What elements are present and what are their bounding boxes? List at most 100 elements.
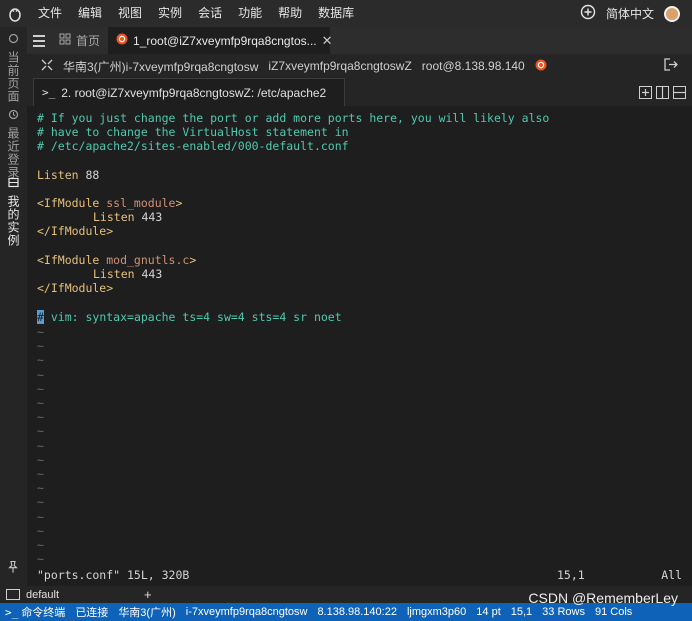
sidebar-tab-label: 我的实例 <box>6 195 20 247</box>
terminal-tab[interactable]: >_ 2. root@iZ7xveymfp9rqa8cngtoswZ: /etc… <box>33 78 345 106</box>
split-vertical-icon[interactable] <box>656 85 669 99</box>
exit-icon[interactable] <box>664 58 692 74</box>
ubuntu-icon <box>116 33 128 48</box>
terminal-line: <IfModule ssl_module> <box>37 196 182 210</box>
menu-bar: 文件 编辑 视图 实例 会话 功能 帮助 数据库 简体中文 <box>0 0 692 27</box>
watermark: CSDN @RememberLey <box>528 590 678 606</box>
ifmodule-tag: <IfModule <box>37 253 100 267</box>
tab-home[interactable]: 首页 <box>51 27 108 54</box>
session-hostname: iZ7xveymfp9rqa8cngtoswZ <box>268 59 412 73</box>
split-horizontal-icon[interactable] <box>673 85 686 99</box>
sidebar-tab-label: 当前页面 <box>6 51 20 103</box>
ifmodule-bracket: > <box>175 196 183 210</box>
sidebar-tab-my-instances[interactable]: 我的实例 <box>0 177 27 247</box>
empty-line-tilde: ~ <box>37 396 44 410</box>
user-avatar[interactable] <box>664 5 680 22</box>
menu-features[interactable]: 功能 <box>230 0 270 27</box>
terminal-line: # have to change the VirtualHost stateme… <box>37 125 349 139</box>
menu-edit[interactable]: 编辑 <box>70 0 110 27</box>
vim-cursor-position: 15,1 <box>557 568 585 582</box>
listen-directive: Listen <box>93 210 135 224</box>
vim-status-line: "ports.conf" 15L, 320B 15,1 All <box>37 568 682 582</box>
close-icon[interactable]: ✕ <box>322 33 333 49</box>
terminal-line: # /etc/apache2/sites-enabled/000-default… <box>37 139 349 153</box>
left-sidebar: 当前页面 最近登录 我的实例 <box>0 27 27 586</box>
add-terminal-button[interactable]: + <box>144 587 152 602</box>
status-terminal-label: 命令终端 <box>21 607 66 619</box>
empty-line-tilde: ~ <box>37 325 44 339</box>
menu-file[interactable]: 文件 <box>30 0 70 27</box>
sidebar-tab-recent-logins[interactable]: 最近登录 <box>0 109 27 179</box>
add-circle-icon[interactable] <box>580 4 596 23</box>
listen-port: 443 <box>134 210 163 224</box>
terminal-prompt-icon: >_ <box>42 86 56 99</box>
tab-session-label: 1_root@iZ7xveymfp9rqa8cngtos... <box>133 33 317 48</box>
terminal-tab-strip: >_ 2. root@iZ7xveymfp9rqa8cngtoswZ: /etc… <box>27 78 692 106</box>
vim-modeline: vim: syntax=apache ts=4 sw=4 sts=4 sr no… <box>43 310 342 324</box>
listen-port: 88 <box>78 168 100 182</box>
terminal-line: Listen 443 <box>93 267 162 281</box>
empty-line-tilde: ~ <box>37 381 44 396</box>
terminal-line: Listen 88 <box>37 168 99 182</box>
menu-view[interactable]: 视图 <box>110 0 150 27</box>
language-selector[interactable]: 简体中文 <box>606 5 654 22</box>
status-font-size[interactable]: 14 pt <box>471 606 505 618</box>
status-instance-id: i-7xveymfp9rqa8cngtosw <box>185 606 308 618</box>
status-terminal[interactable]: >_ 命令终端 <box>0 604 70 620</box>
empty-line-tilde: ~ <box>37 467 44 481</box>
menu-session[interactable]: 会话 <box>190 0 230 27</box>
menubar-right: 简体中文 <box>580 4 692 23</box>
terminal-viewport[interactable]: # If you just change the port or add mor… <box>27 106 692 586</box>
terminal-window-icon <box>6 589 20 600</box>
empty-line-tilde: ~ <box>37 452 44 467</box>
empty-line-tilde: ~ <box>37 339 44 354</box>
empty-line-tilde: ~ <box>37 552 44 567</box>
refresh-icon <box>8 33 19 47</box>
ifmodule-name: mod_gnutls.c <box>99 253 190 267</box>
terminal-tab-label: 2. root@iZ7xveymfp9rqa8cngtoswZ: /etc/ap… <box>61 85 327 100</box>
menu-database[interactable]: 数据库 <box>310 0 362 27</box>
listen-directive: Listen <box>37 168 79 182</box>
server-icon <box>8 177 19 191</box>
status-cols: 91 Cols <box>594 606 633 618</box>
pin-icon[interactable] <box>6 560 20 574</box>
empty-line-tilde: ~ <box>37 410 44 425</box>
terminal-line: </IfModule> <box>37 281 114 295</box>
ubuntu-icon <box>535 59 547 74</box>
terminal-line: </IfModule> <box>37 224 114 238</box>
empty-line-tilde: ~ <box>37 353 44 368</box>
tab-home-label: 首页 <box>76 34 101 48</box>
status-cursor: 15,1 <box>510 606 533 618</box>
ifmodule-name: ssl_module <box>99 196 176 210</box>
add-pane-icon[interactable] <box>639 85 652 99</box>
terminal-prompt-icon: >_ <box>5 606 19 619</box>
hamburger-menu-icon[interactable] <box>27 27 51 54</box>
empty-line-tilde: ~ <box>37 509 44 524</box>
text-cursor: # <box>37 310 44 324</box>
collapse-arrows-icon[interactable] <box>41 59 53 74</box>
status-user: ljmgxm3p60 <box>406 606 467 618</box>
sidebar-tab-current-page[interactable]: 当前页面 <box>0 33 27 103</box>
empty-line-tilde: ~ <box>37 367 44 382</box>
menu-help[interactable]: 帮助 <box>270 0 310 27</box>
menu-instance[interactable]: 实例 <box>150 0 190 27</box>
linux-penguin-icon[interactable] <box>0 0 30 27</box>
status-region: 华南3(广州) <box>118 607 176 619</box>
status-rows: 33 Rows <box>542 606 585 618</box>
terminal-layout-controls <box>639 85 692 99</box>
sidebar-tab-label: 最近登录 <box>6 127 20 179</box>
listen-directive: Listen <box>93 267 135 281</box>
tab-session[interactable]: 1_root@iZ7xveymfp9rqa8cngtos... ✕ <box>108 27 333 54</box>
terminal-group-label[interactable]: default <box>26 589 144 601</box>
empty-line-tilde: ~ <box>37 438 44 453</box>
listen-port: 443 <box>134 267 163 281</box>
session-info-bar: 华南3(广州)i-7xveymfp9rqa8cngtosw iZ7xveymfp… <box>27 54 692 78</box>
ifmodule-tag: <IfModule <box>37 196 100 210</box>
empty-line-tilde: ~ <box>37 523 44 538</box>
terminal-line: <IfModule mod_gnutls.c> <box>37 253 196 267</box>
vim-scroll-position: All <box>661 568 682 582</box>
empty-line-tilde: ~ <box>37 538 44 552</box>
status-address: 8.138.98.140:22 <box>317 606 397 618</box>
terminal-line: Listen 443 <box>93 210 162 224</box>
clock-icon <box>8 109 19 123</box>
